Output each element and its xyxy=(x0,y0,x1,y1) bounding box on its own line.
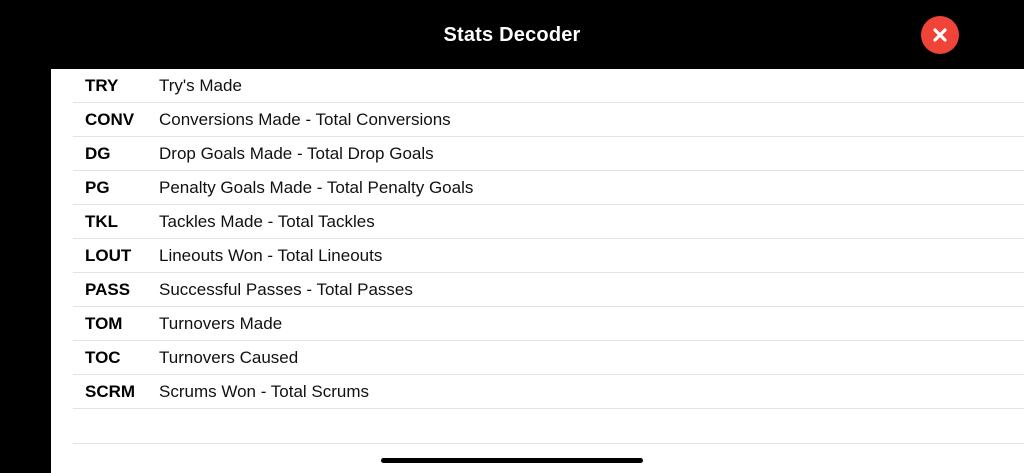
close-button[interactable] xyxy=(921,16,959,54)
list-item: TOC Turnovers Caused xyxy=(73,341,1024,375)
list-item: TOM Turnovers Made xyxy=(73,307,1024,341)
stat-abbreviation: TRY xyxy=(85,76,119,95)
stat-description: Lineouts Won - Total Lineouts xyxy=(159,246,383,265)
stat-description: Penalty Goals Made - Total Penalty Goals xyxy=(159,178,474,197)
stat-abbreviation: PASS xyxy=(85,280,131,299)
stats-list[interactable]: TRY Try's Made CONV Conversions Made - T… xyxy=(73,69,1024,444)
stat-description: Drop Goals Made - Total Drop Goals xyxy=(159,144,434,163)
stat-description: Turnovers Made xyxy=(159,314,283,333)
stat-abbreviation: SCRM xyxy=(85,382,136,401)
list-item: SCRM Scrums Won - Total Scrums xyxy=(73,375,1024,409)
close-x-icon xyxy=(933,28,947,42)
list-item: TKL Tackles Made - Total Tackles xyxy=(73,205,1024,239)
list-item: LOUT Lineouts Won - Total Lineouts xyxy=(73,239,1024,273)
home-indicator[interactable] xyxy=(381,458,643,463)
stat-abbreviation: LOUT xyxy=(85,246,132,265)
stat-abbreviation: DG xyxy=(85,144,111,163)
stat-description: Scrums Won - Total Scrums xyxy=(159,382,370,401)
stat-description: Successful Passes - Total Passes xyxy=(159,280,413,299)
stat-abbreviation: TOC xyxy=(85,348,121,367)
stat-description: Conversions Made - Total Conversions xyxy=(159,110,451,129)
list-item: PASS Successful Passes - Total Passes xyxy=(73,273,1024,307)
stats-list-panel: TRY Try's Made CONV Conversions Made - T… xyxy=(51,69,1024,473)
list-item: PG Penalty Goals Made - Total Penalty Go… xyxy=(73,171,1024,205)
stat-description: Try's Made xyxy=(159,76,242,95)
empty-list-item xyxy=(73,409,1024,444)
stat-description: Turnovers Caused xyxy=(159,348,299,367)
list-item: TRY Try's Made xyxy=(73,69,1024,103)
stats-decoder-screen: Stats Decoder TRY Try's Made CONV Conver… xyxy=(0,0,1024,473)
stat-description: Tackles Made - Total Tackles xyxy=(159,212,375,231)
stat-abbreviation: TOM xyxy=(85,314,123,333)
header-bar: Stats Decoder xyxy=(0,0,1024,69)
list-item: CONV Conversions Made - Total Conversion… xyxy=(73,103,1024,137)
stat-abbreviation: PG xyxy=(85,178,110,197)
list-item: DG Drop Goals Made - Total Drop Goals xyxy=(73,137,1024,171)
page-title: Stats Decoder xyxy=(443,24,581,46)
stat-abbreviation: CONV xyxy=(85,110,135,129)
stat-abbreviation: TKL xyxy=(85,212,119,231)
